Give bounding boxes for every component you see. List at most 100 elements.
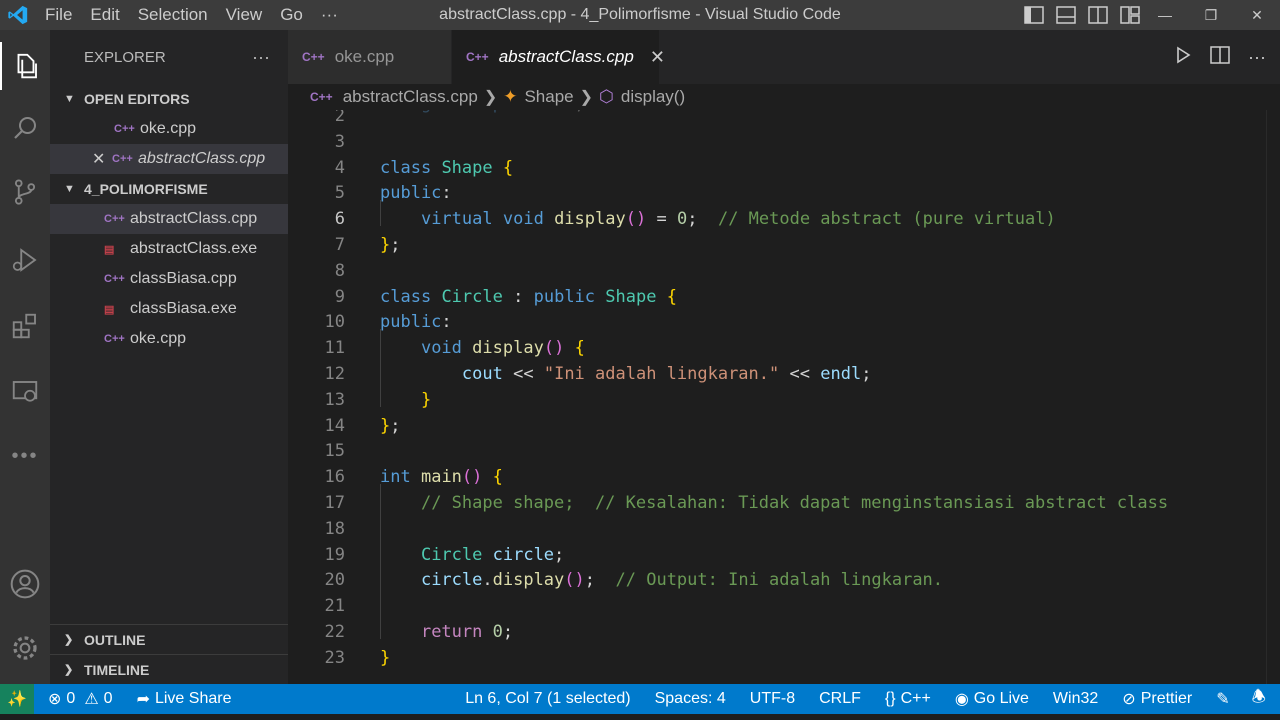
code-line[interactable]: return 0; bbox=[380, 622, 513, 642]
line-number: 19 bbox=[324, 544, 345, 565]
timeline-section[interactable]: ❯ TIMELINE bbox=[50, 654, 288, 684]
eol-label: CRLF bbox=[819, 690, 861, 707]
tab-abstractclass-cpp[interactable]: C++ abstractClass.cpp ✕ bbox=[452, 30, 665, 84]
remote-indicator-icon[interactable]: ✨ bbox=[0, 684, 34, 714]
indent-guide bbox=[380, 329, 381, 407]
extensions-icon[interactable] bbox=[0, 302, 50, 350]
tab-oke-cpp[interactable]: C++ oke.cpp bbox=[288, 30, 452, 84]
eol-status[interactable]: CRLF bbox=[807, 684, 873, 714]
explorer-icon[interactable] bbox=[0, 42, 50, 90]
menu-selection[interactable]: Selection bbox=[129, 0, 217, 30]
close-tab-icon[interactable]: ✕ bbox=[650, 47, 665, 68]
folder-section[interactable]: ▼ 4_POLIMORFISME bbox=[50, 174, 288, 204]
code-line[interactable]: } bbox=[380, 648, 390, 668]
search-icon[interactable] bbox=[0, 104, 50, 152]
menu-edit[interactable]: Edit bbox=[81, 0, 128, 30]
tab-label: oke.cpp bbox=[334, 47, 395, 66]
more-views-icon[interactable]: ••• bbox=[0, 432, 50, 480]
indent-guide bbox=[380, 200, 381, 226]
remote-explorer-icon[interactable] bbox=[0, 368, 50, 416]
cursor-position[interactable]: Ln 6, Col 7 (1 selected) bbox=[457, 684, 642, 714]
run-code-icon[interactable] bbox=[1174, 46, 1192, 69]
code-line[interactable]: class Circle : public Shape { bbox=[380, 287, 677, 307]
toggle-panel-icon[interactable] bbox=[1056, 6, 1076, 24]
file-item[interactable]: ▤ classBiasa.exe bbox=[50, 294, 288, 324]
accounts-icon[interactable] bbox=[0, 560, 50, 608]
code-line[interactable]: public: bbox=[380, 183, 452, 203]
close-window-button[interactable]: ✕ bbox=[1234, 0, 1280, 30]
code-line[interactable]: }; bbox=[380, 416, 401, 436]
split-editor-icon[interactable] bbox=[1210, 45, 1230, 69]
chevron-down-icon: ▼ bbox=[64, 183, 75, 195]
run-debug-icon[interactable] bbox=[0, 236, 50, 284]
cpp-file-icon: C++ bbox=[302, 50, 325, 64]
menu-file[interactable]: File bbox=[36, 0, 81, 30]
code-line[interactable]: virtual void display() = 0; // Metode ab… bbox=[380, 209, 1056, 229]
code-line[interactable]: // Shape shape; // Kesalahan: Tidak dapa… bbox=[380, 493, 1168, 513]
breadcrumb-file[interactable]: abstractClass.cpp bbox=[343, 87, 478, 107]
minimize-button[interactable]: — bbox=[1142, 0, 1188, 30]
code-line[interactable]: public: bbox=[380, 312, 452, 332]
line-number: 17 bbox=[324, 493, 345, 513]
line-number: 11 bbox=[324, 338, 345, 359]
screen-edge bbox=[0, 714, 1280, 720]
notifications-bell-icon[interactable]: 🕭 bbox=[1242, 684, 1280, 714]
platform-status[interactable]: Win32 bbox=[1041, 684, 1110, 714]
code-line[interactable]: using namespace std; bbox=[380, 110, 585, 114]
code-line[interactable]: Circle circle; bbox=[380, 545, 564, 565]
toggle-sidebar-icon[interactable] bbox=[1024, 6, 1044, 24]
source-control-icon[interactable] bbox=[0, 168, 50, 216]
line-number: 14 bbox=[324, 415, 345, 436]
breadcrumb-method[interactable]: display() bbox=[621, 87, 685, 107]
open-editor-item[interactable]: ✕ C++ abstractClass.cpp bbox=[50, 144, 288, 174]
language-label: C++ bbox=[900, 690, 931, 707]
line-number: 4 bbox=[334, 157, 345, 178]
live-share-icon: ➦ bbox=[136, 691, 150, 708]
editor-scrollbar[interactable] bbox=[1266, 110, 1280, 684]
editor-more-icon[interactable]: ··· bbox=[1248, 47, 1266, 68]
outline-title: OUTLINE bbox=[84, 631, 146, 648]
code-editor[interactable]: 234567891011121314151617181920212223 usi… bbox=[288, 110, 1280, 684]
chevron-right-icon: ❯ bbox=[64, 664, 74, 676]
go-live-status[interactable]: ◉ Go Live bbox=[943, 684, 1041, 714]
chevron-right-icon: ❯ bbox=[579, 89, 594, 106]
outline-section[interactable]: ❯ OUTLINE bbox=[50, 624, 288, 654]
breadcrumb-class[interactable]: Shape bbox=[524, 87, 573, 107]
cursor-label: Ln 6, Col 7 (1 selected) bbox=[465, 690, 631, 707]
open-editors-section[interactable]: ▼ OPEN EDITORS bbox=[50, 84, 288, 114]
settings-gear-icon[interactable] bbox=[0, 624, 50, 672]
menu-go[interactable]: Go bbox=[271, 0, 312, 30]
explorer-more-button[interactable]: ··· bbox=[252, 47, 270, 68]
file-item[interactable]: C++ abstractClass.cpp bbox=[50, 204, 288, 234]
menu-more[interactable]: ··· bbox=[312, 0, 347, 30]
code-line[interactable]: circle.display(); // Output: Ini adalah … bbox=[380, 570, 943, 590]
toggle-secondary-sidebar-icon[interactable] bbox=[1088, 6, 1108, 24]
timeline-title: TIMELINE bbox=[84, 661, 150, 678]
code-line[interactable]: void display() { bbox=[380, 338, 585, 358]
file-item[interactable]: C++ classBiasa.cpp bbox=[50, 264, 288, 294]
menu-view[interactable]: View bbox=[217, 0, 272, 30]
feedback-icon[interactable]: ✎ bbox=[1204, 684, 1241, 714]
restore-button[interactable]: ❐ bbox=[1188, 0, 1234, 30]
open-editors-title: OPEN EDITORS bbox=[84, 91, 190, 107]
code-line[interactable]: cout << "Ini adalah lingkaran." << endl; bbox=[380, 364, 872, 384]
code-line[interactable]: }; bbox=[380, 235, 401, 255]
line-number: 2 bbox=[334, 110, 345, 126]
problems-status[interactable]: ⊗ 0 ⚠ 0 bbox=[34, 684, 121, 714]
code-line[interactable]: int main() { bbox=[380, 467, 503, 487]
file-item[interactable]: ▤ abstractClass.exe bbox=[50, 234, 288, 264]
cpp-file-icon: C++ bbox=[114, 123, 135, 135]
indentation-status[interactable]: Spaces: 4 bbox=[643, 684, 738, 714]
code-line[interactable]: class Shape { bbox=[380, 158, 513, 178]
language-status[interactable]: {} C++ bbox=[873, 684, 943, 714]
encoding-status[interactable]: UTF-8 bbox=[738, 684, 807, 714]
live-share-status[interactable]: ➦ Live Share bbox=[121, 684, 240, 714]
code-line[interactable]: } bbox=[380, 390, 431, 410]
close-editor-icon[interactable]: ✕ bbox=[92, 149, 112, 169]
open-editor-item[interactable]: C++ oke.cpp bbox=[50, 114, 288, 144]
prettier-status[interactable]: ⊘ Prettier bbox=[1110, 684, 1204, 714]
vscode-logo-icon bbox=[0, 0, 36, 30]
customize-layout-icon[interactable] bbox=[1120, 6, 1140, 24]
file-item[interactable]: C++ oke.cpp bbox=[50, 324, 288, 354]
file-label: abstractClass.cpp bbox=[130, 210, 258, 227]
